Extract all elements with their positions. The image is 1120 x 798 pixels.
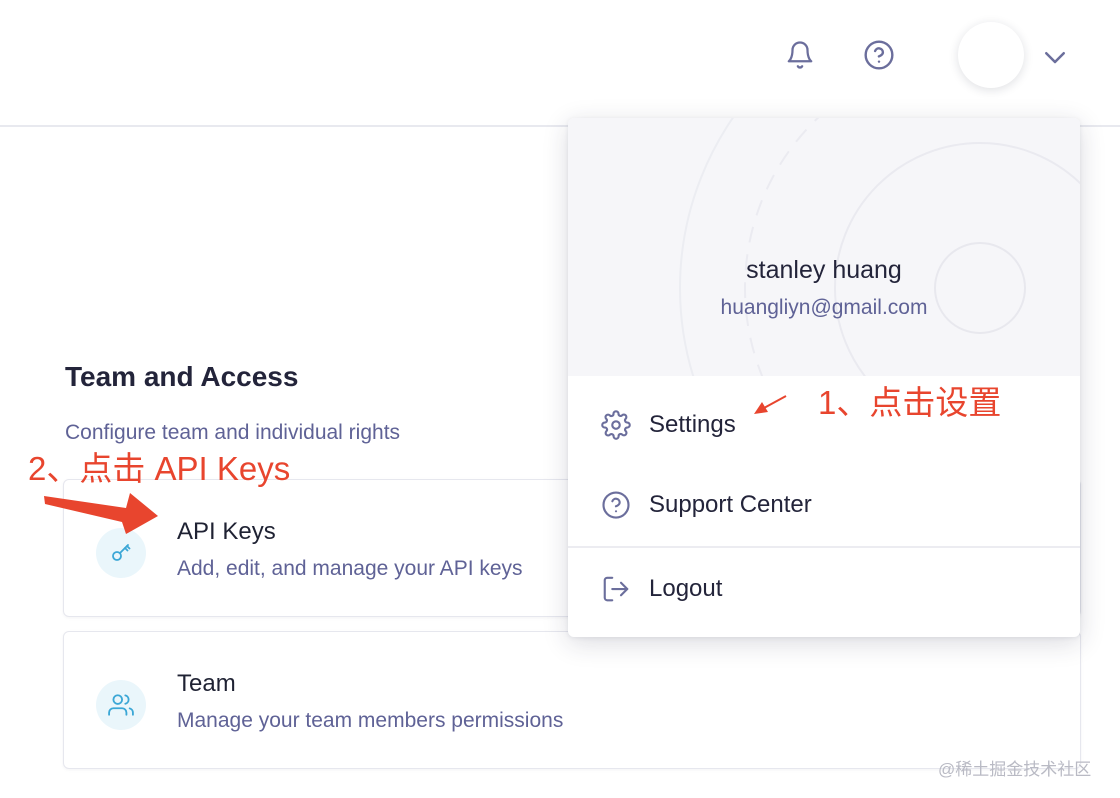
team-card[interactable]: Team Manage your team members permission…: [63, 631, 1081, 769]
card-title: API Keys: [177, 518, 276, 545]
question-circle-icon[interactable]: [862, 38, 896, 72]
avatar[interactable]: [958, 22, 1024, 88]
bell-icon[interactable]: [783, 38, 817, 72]
menu-item-logout[interactable]: Logout: [568, 554, 1080, 624]
menu-item-label: Logout: [649, 575, 723, 602]
card-description: Add, edit, and manage your API keys: [177, 557, 523, 580]
question-circle-icon: [600, 489, 632, 521]
user-name: stanley huang: [746, 256, 902, 284]
menu-item-label: Settings: [649, 411, 736, 438]
section-title: Team and Access: [65, 361, 299, 392]
logout-icon: [600, 573, 632, 605]
decorative-rings: [679, 118, 1080, 376]
menu-item-label: Support Center: [649, 491, 812, 518]
key-icon: [96, 528, 146, 578]
annotation-step-1: 1、点击设置: [818, 384, 1002, 421]
chevron-down-icon[interactable]: [1038, 40, 1072, 74]
user-profile-header: stanley huang huangliyn@gmail.com: [568, 118, 1080, 376]
card-title: Team: [177, 670, 236, 697]
user-email: huangliyn@gmail.com: [720, 296, 928, 319]
gear-icon: [600, 409, 632, 441]
watermark: @稀土掘金技术社区: [938, 760, 1092, 779]
users-icon: [96, 680, 146, 730]
top-header: [0, 0, 1120, 127]
annotation-step-2: 2、点击 API Keys: [28, 450, 291, 487]
menu-item-support-center[interactable]: Support Center: [568, 470, 1080, 540]
card-description: Manage your team members permissions: [177, 709, 564, 732]
menu-divider: [568, 546, 1080, 548]
